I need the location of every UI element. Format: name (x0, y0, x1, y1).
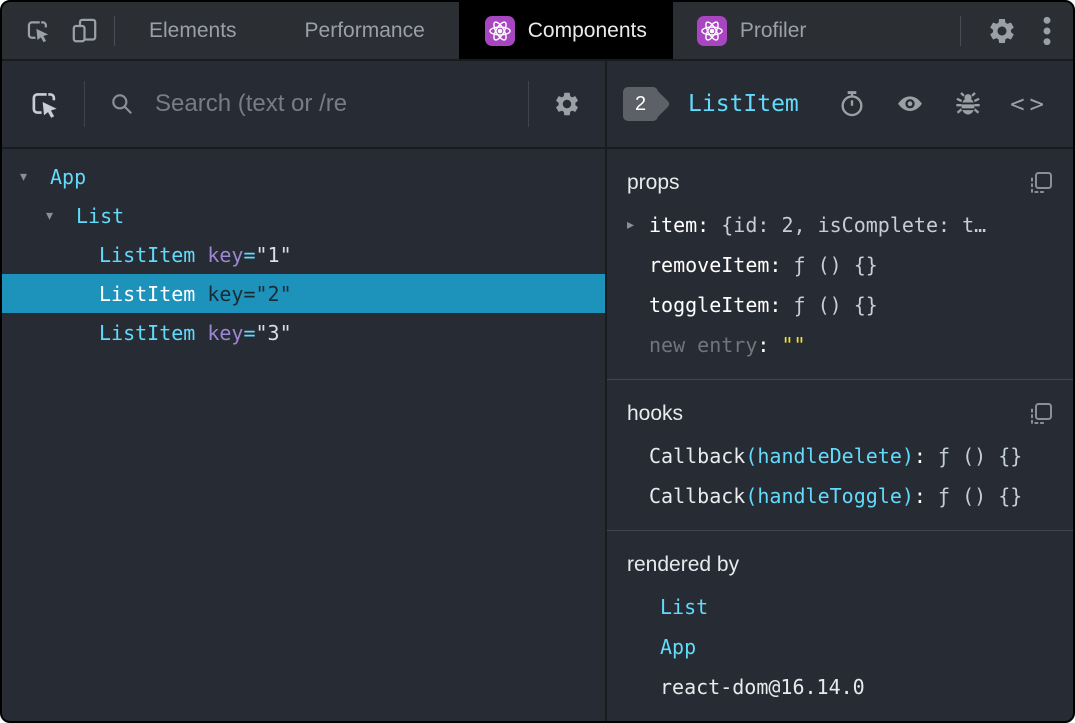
prop-value: ƒ () {} (793, 253, 878, 277)
hook-row-handledelete[interactable]: Callback (handleDelete): ƒ () {} (627, 436, 1053, 476)
react-logo-icon (696, 15, 727, 46)
rendered-by-list[interactable]: List (627, 587, 1053, 627)
view-settings-gear-icon[interactable] (553, 90, 581, 118)
key-attr-value: "1" (255, 242, 292, 267)
search-input[interactable] (153, 89, 506, 119)
key-attr-name: key (207, 242, 244, 267)
hook-name: (handleDelete) (745, 444, 914, 468)
tab-profiler[interactable]: Profiler (673, 2, 831, 59)
new-prop-value-input[interactable]: "" (781, 333, 805, 357)
prop-name: removeItem (649, 253, 770, 277)
device-toolbar-icon[interactable] (71, 17, 98, 44)
details-toolbar: 2 ListItem <> (607, 61, 1073, 149)
tree-row-listitem-3[interactable]: ListItem key = "3" (2, 313, 605, 352)
rendered-by-react-dom: react-dom@16.14.0 (660, 675, 865, 699)
more-options-icon[interactable] (1043, 15, 1051, 47)
prop-value: {id: 2, isComplete: t… (721, 213, 987, 237)
prop-name: item (649, 213, 698, 237)
divider (960, 15, 961, 46)
selected-index-badge: 2 (623, 87, 658, 121)
divider (528, 81, 529, 127)
hooks-section-title: hooks (627, 402, 684, 425)
component-details-panel: 2 ListItem <> props ▸ item: {id: 2, isC… (607, 61, 1073, 721)
hook-type: Callback (649, 484, 746, 508)
inspect-element-icon[interactable] (24, 17, 51, 44)
expand-arrow-icon[interactable]: ▸ (627, 217, 649, 233)
key-attr-name: key (207, 281, 244, 306)
key-attr-name: key (207, 320, 244, 345)
hook-type: Callback (649, 444, 746, 468)
key-attr-equals: = (243, 320, 256, 345)
tree-row-listitem-1[interactable]: ListItem key = "1" (2, 235, 605, 274)
key-attr-equals: = (243, 281, 256, 306)
rendered-by-app[interactable]: App (627, 627, 1053, 667)
inspect-dom-eye-icon[interactable] (894, 90, 926, 118)
key-attr-value: "2" (255, 281, 292, 306)
tab-components[interactable]: Components (458, 2, 673, 59)
tree-toolbar (2, 61, 605, 149)
component-name: ListItem (99, 320, 196, 345)
selected-component-title: ListItem (688, 91, 799, 117)
tree-row-app[interactable]: ▾ App (2, 157, 605, 196)
components-tree-panel: ▾ App ▾ List ListItem key="1" ListItem k… (2, 61, 607, 721)
props-section-title: props (627, 171, 680, 194)
tab-elements[interactable]: Elements (115, 2, 271, 59)
prop-value: ƒ () {} (793, 293, 878, 317)
tab-performance[interactable]: Performance (271, 2, 459, 59)
devtools-window: Elements Performance Components Profiler… (0, 0, 1075, 723)
component-name: List (76, 203, 125, 228)
key-attr-value: "3" (255, 320, 292, 345)
copy-hooks-button[interactable] (1029, 402, 1053, 426)
prop-row-new-entry[interactable]: new entry: "" (627, 325, 1053, 365)
prop-name: toggleItem (649, 293, 770, 317)
component-name: App (50, 164, 87, 189)
view-source-icon[interactable]: <> (1010, 90, 1049, 118)
new-prop-name-input[interactable]: new entry (649, 333, 757, 357)
select-element-icon[interactable] (28, 88, 60, 120)
react-logo-icon (484, 15, 515, 46)
suspense-stopwatch-icon[interactable] (838, 90, 866, 118)
divider (84, 81, 85, 127)
devtools-tab-bar: Elements Performance Components Profiler (2, 2, 1073, 61)
hook-name: (handleToggle) (745, 484, 914, 508)
rendered-by-section: rendered by List App react-dom@16.14.0 (607, 531, 1073, 721)
log-bug-icon[interactable] (954, 90, 982, 118)
tree-row-list[interactable]: ▾ List (2, 196, 605, 235)
prop-row-removeitem[interactable]: removeItem: ƒ () {} (627, 245, 1053, 285)
expand-arrow-icon[interactable]: ▾ (20, 169, 50, 185)
key-attr-equals: = (243, 242, 256, 267)
tree-row-listitem-2[interactable]: ListItem key = "2" (2, 274, 605, 313)
rendered-by-title: rendered by (627, 553, 740, 576)
hook-value: ƒ () {} (938, 444, 1023, 468)
hooks-section: hooks Callback (handleDelete): ƒ () {} Ca… (607, 380, 1073, 531)
hook-value: ƒ () {} (938, 484, 1023, 508)
expand-arrow-icon[interactable]: ▾ (46, 208, 76, 224)
copy-props-button[interactable] (1029, 171, 1053, 195)
settings-gear-icon[interactable] (987, 16, 1017, 46)
prop-row-toggleitem[interactable]: toggleItem: ƒ () {} (627, 285, 1053, 325)
component-name: ListItem (99, 242, 196, 267)
component-tree: ▾ App ▾ List ListItem key = "1" ListItem k… (2, 149, 605, 352)
prop-row-item[interactable]: ▸ item: {id: 2, isComplete: t… (627, 205, 1053, 245)
props-section: props ▸ item: {id: 2, isComplete: t… remo… (607, 149, 1073, 380)
component-name: ListItem (99, 281, 196, 306)
hook-row-handletoggle[interactable]: Callback (handleToggle): ƒ () {} (627, 476, 1053, 516)
search-icon (109, 91, 135, 117)
